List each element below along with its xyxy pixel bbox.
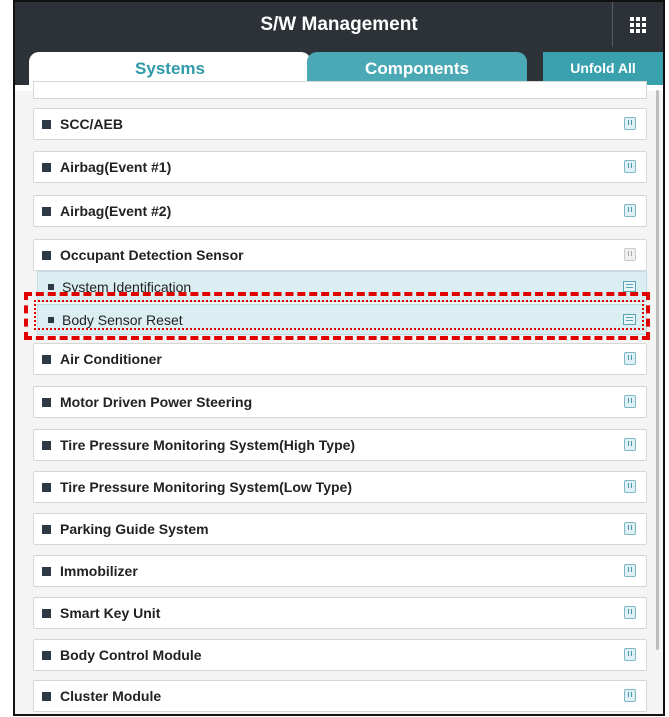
expand-icon[interactable] bbox=[624, 438, 636, 451]
list-item-label: SCC/AEB bbox=[60, 116, 124, 132]
list-item[interactable]: Air Conditioner bbox=[33, 343, 647, 375]
bullet-icon bbox=[42, 692, 51, 701]
list-item[interactable]: Occupant Detection Sensor bbox=[33, 239, 647, 271]
bullet-icon bbox=[42, 483, 51, 492]
list-item-label: Air Conditioner bbox=[60, 351, 162, 367]
document-icon[interactable] bbox=[623, 281, 636, 292]
bullet-icon bbox=[42, 651, 51, 660]
list-item-label: Body Control Module bbox=[60, 647, 202, 663]
app-window: S/W Management Systems Components Unfold… bbox=[13, 0, 665, 716]
sub-list-item-label: System Identification bbox=[62, 279, 192, 295]
list-item-label: Cluster Module bbox=[60, 688, 162, 704]
bullet-icon bbox=[42, 398, 51, 407]
tab-bar: Systems Components Unfold All bbox=[15, 47, 663, 85]
bullet-icon bbox=[42, 251, 51, 260]
bullet-icon bbox=[42, 525, 51, 534]
bullet-icon bbox=[42, 355, 51, 364]
expand-icon[interactable] bbox=[624, 352, 636, 365]
list-item-label: Occupant Detection Sensor bbox=[60, 247, 244, 263]
list-item[interactable]: Tire Pressure Monitoring System(High Typ… bbox=[33, 429, 647, 461]
sub-list-item-label: Body Sensor Reset bbox=[62, 312, 183, 328]
list-item-label: Parking Guide System bbox=[60, 521, 209, 537]
scrollbar[interactable] bbox=[656, 90, 659, 650]
list-item-label: Motor Driven Power Steering bbox=[60, 394, 253, 410]
list-item[interactable]: Body Control Module bbox=[33, 639, 647, 671]
bullet-icon bbox=[48, 284, 54, 290]
expand-icon[interactable] bbox=[624, 522, 636, 535]
sub-list-item[interactable]: System Identification bbox=[37, 271, 647, 302]
bullet-icon bbox=[42, 609, 51, 618]
list-item-label: Tire Pressure Monitoring System(High Typ… bbox=[60, 437, 356, 453]
systems-list: SCC/AEB Airbag(Event #1) Airbag(Event #2… bbox=[15, 81, 663, 714]
bullet-icon bbox=[42, 441, 51, 450]
list-item-label: Tire Pressure Monitoring System(Low Type… bbox=[60, 479, 352, 495]
bullet-icon bbox=[42, 163, 51, 172]
expand-icon[interactable] bbox=[624, 395, 636, 408]
grid-icon bbox=[630, 16, 646, 33]
bullet-icon bbox=[48, 317, 54, 323]
list-item[interactable]: Parking Guide System bbox=[33, 513, 647, 545]
menu-button[interactable] bbox=[612, 2, 663, 47]
expand-icon[interactable] bbox=[624, 480, 636, 493]
sub-list-item-highlighted[interactable]: Body Sensor Reset bbox=[37, 304, 647, 335]
title-bar: S/W Management bbox=[15, 2, 663, 47]
collapse-icon[interactable] bbox=[624, 248, 636, 261]
expand-icon[interactable] bbox=[624, 689, 636, 702]
bullet-icon bbox=[42, 567, 51, 576]
bullet-icon bbox=[42, 120, 51, 129]
list-item-label: Smart Key Unit bbox=[60, 605, 161, 621]
list-item[interactable]: Motor Driven Power Steering bbox=[33, 386, 647, 418]
list-item[interactable]: Immobilizer bbox=[33, 555, 647, 587]
expand-icon[interactable] bbox=[624, 204, 636, 217]
list-item-label: Airbag(Event #1) bbox=[60, 159, 172, 175]
expand-icon[interactable] bbox=[624, 606, 636, 619]
list-item[interactable]: Airbag(Event #1) bbox=[33, 151, 647, 183]
list-item[interactable]: Tire Pressure Monitoring System(Low Type… bbox=[33, 471, 647, 503]
list-item-partial bbox=[33, 81, 647, 99]
expand-icon[interactable] bbox=[624, 648, 636, 661]
expand-icon[interactable] bbox=[624, 564, 636, 577]
expand-icon[interactable] bbox=[624, 117, 636, 130]
expand-icon[interactable] bbox=[624, 160, 636, 173]
list-item[interactable]: SCC/AEB bbox=[33, 108, 647, 140]
document-icon[interactable] bbox=[623, 314, 636, 325]
list-item[interactable]: Airbag(Event #2) bbox=[33, 195, 647, 227]
page-title: S/W Management bbox=[260, 14, 418, 35]
list-item[interactable]: Smart Key Unit bbox=[33, 597, 647, 629]
list-item[interactable]: Cluster Module bbox=[33, 680, 647, 712]
list-item-label: Airbag(Event #2) bbox=[60, 203, 172, 219]
bullet-icon bbox=[42, 207, 51, 216]
list-item-label: Immobilizer bbox=[60, 563, 138, 579]
